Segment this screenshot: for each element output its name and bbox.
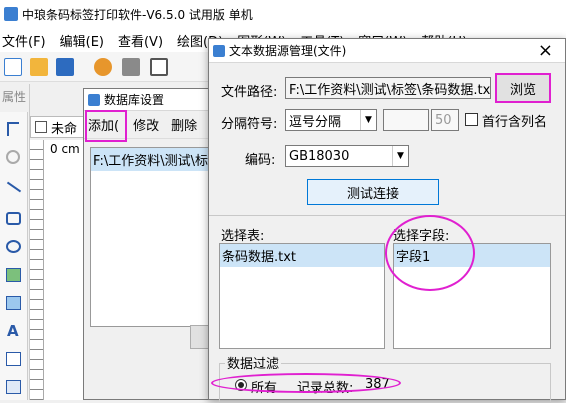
- rectangle-tool-icon[interactable]: [6, 212, 21, 225]
- browse-label: 浏览: [509, 82, 536, 98]
- app-titlebar: 中琅条码标签打印软件-V6.5.0 试用版 单机: [0, 0, 566, 28]
- separator-custom-input[interactable]: [383, 109, 429, 131]
- first-row-checkbox[interactable]: [465, 113, 478, 126]
- separator-value: 逗号分隔: [289, 114, 342, 130]
- separator-select[interactable]: 逗号分隔 ▼: [285, 109, 377, 131]
- ruler-label: 0 cm: [50, 142, 80, 156]
- add-button-highlight: [85, 110, 127, 142]
- path-field[interactable]: F:\工作资料\测试\标签\条码数据.txt: [285, 77, 491, 99]
- pointer-tool-icon[interactable]: [7, 122, 19, 136]
- database-settings-titlebar: 数据库设置: [84, 89, 222, 111]
- new-file-icon[interactable]: [4, 58, 22, 76]
- datasource-icon: [213, 44, 225, 57]
- image-tool-icon[interactable]: [6, 268, 21, 282]
- line-tool-icon[interactable]: [6, 181, 22, 193]
- barcode-tool-icon[interactable]: [6, 380, 21, 394]
- tables-label: 选择表:: [221, 229, 265, 244]
- chevron-down-icon: ▼: [392, 146, 408, 166]
- chevron-down-icon: ▼: [360, 110, 376, 130]
- open-folder-icon[interactable]: [30, 58, 48, 76]
- edit-button[interactable]: 修改: [127, 115, 167, 134]
- filter-label: 数据过滤: [225, 353, 282, 372]
- rich-text-tool-icon[interactable]: [6, 352, 21, 366]
- text-datasource-dialog: 文本数据源管理(文件) × 文件路径: F:\工作资料\测试\标签\条码数据.t…: [208, 38, 566, 403]
- print-icon[interactable]: [122, 58, 140, 76]
- menu-edit[interactable]: 编辑(E): [53, 31, 111, 50]
- path-label: 文件路径:: [221, 85, 278, 100]
- encoding-value: GB18030: [289, 148, 350, 164]
- table-item[interactable]: 条码数据.txt: [220, 244, 384, 267]
- settings-gear-icon[interactable]: [94, 58, 112, 76]
- list-item[interactable]: F:\工作资料\测试\标: [91, 148, 223, 171]
- save-icon[interactable]: [56, 58, 74, 76]
- text-datasource-title: 文本数据源管理(文件): [229, 44, 347, 58]
- tool-palette: A: [0, 112, 28, 400]
- fields-highlight: [385, 215, 475, 291]
- app-logo-icon: [4, 7, 18, 21]
- encoding-select[interactable]: GB18030 ▼: [285, 145, 409, 167]
- separator-number-input[interactable]: 50: [431, 109, 459, 131]
- path-value: F:\工作资料\测试\标签\条码数据.txt: [289, 82, 491, 98]
- picture-tool-icon[interactable]: [6, 296, 21, 310]
- delete-button[interactable]: 删除: [167, 115, 201, 134]
- browse-button[interactable]: 浏览: [495, 73, 551, 103]
- text-datasource-titlebar: 文本数据源管理(文件) ×: [209, 39, 565, 63]
- encoding-label: 编码:: [245, 153, 276, 168]
- vertical-ruler: [30, 140, 44, 400]
- record-count-highlight: [211, 373, 401, 393]
- canvas-ruler: 0 cm: [30, 140, 90, 400]
- print-preview-icon[interactable]: [150, 58, 168, 76]
- database-settings-title: 数据库设置: [104, 93, 165, 107]
- database-icon: [88, 93, 100, 106]
- properties-panel-label: 属性: [2, 90, 27, 104]
- menu-file[interactable]: 文件(F): [0, 31, 53, 50]
- menu-view[interactable]: 查看(V): [111, 31, 170, 50]
- app-title: 中琅条码标签打印软件-V6.5.0 试用版 单机: [22, 7, 253, 22]
- ellipse-tool-icon[interactable]: [6, 240, 21, 253]
- section-divider: [209, 215, 565, 216]
- tables-list[interactable]: 条码数据.txt: [219, 243, 385, 349]
- database-settings-dialog: 数据库设置 添加( 修改 删除 F:\工作资料\测试\标: [83, 88, 224, 400]
- test-connection-button[interactable]: 测试连接: [307, 179, 439, 205]
- document-icon: [35, 121, 47, 133]
- document-tab-label: 未命: [51, 121, 78, 137]
- test-connection-label: 测试连接: [346, 186, 399, 202]
- rotate-tool-icon[interactable]: [6, 150, 20, 164]
- close-icon[interactable]: ×: [538, 40, 553, 61]
- connection-list[interactable]: F:\工作资料\测试\标: [90, 147, 224, 327]
- document-tab[interactable]: 未命: [30, 116, 90, 138]
- first-row-label: 首行含列名: [482, 115, 548, 130]
- separator-label: 分隔符号:: [221, 117, 278, 132]
- separator-number: 50: [435, 112, 452, 128]
- text-tool-icon[interactable]: A: [7, 322, 19, 340]
